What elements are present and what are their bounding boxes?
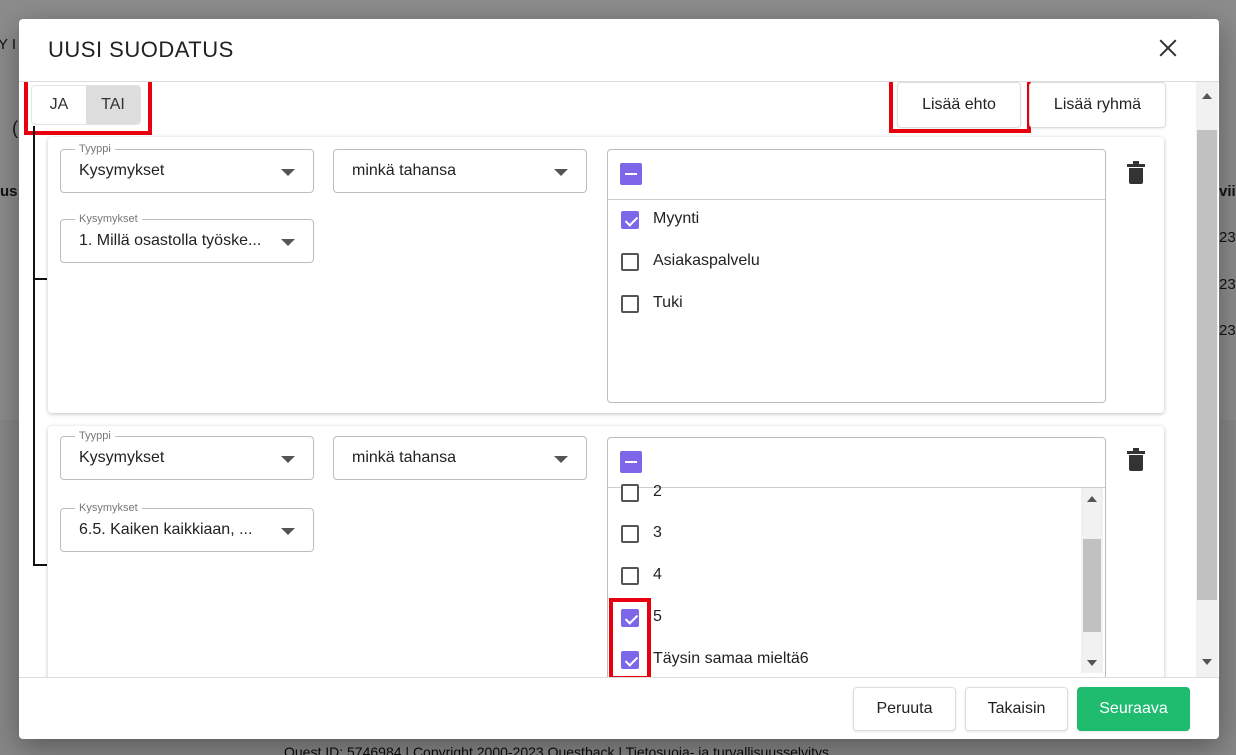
list-scrollbar[interactable] xyxy=(1081,488,1103,673)
option-label: Tuki xyxy=(653,294,683,311)
scrollbar-thumb[interactable] xyxy=(1083,539,1101,632)
chevron-down-icon xyxy=(281,528,295,535)
chevron-down-icon xyxy=(554,169,568,176)
scroll-up-icon[interactable] xyxy=(1087,496,1097,502)
connector-branch xyxy=(33,564,47,566)
option-label: 5 xyxy=(653,608,662,625)
divider xyxy=(19,677,1219,678)
list-header xyxy=(608,438,1105,488)
type-select[interactable]: Tyyppi Kysymykset xyxy=(60,429,314,480)
trash-icon[interactable] xyxy=(1127,448,1145,471)
chevron-down-icon xyxy=(281,456,295,463)
chevron-down-icon xyxy=(281,169,295,176)
option-label: 4 xyxy=(653,566,662,583)
scroll-down-icon[interactable] xyxy=(1087,660,1097,666)
option-label: 2 xyxy=(653,483,662,500)
trash-icon[interactable] xyxy=(1127,161,1145,184)
condition-card: Tyyppi Kysymykset minkä tahansa Kysymyks… xyxy=(48,137,1164,413)
option-label: Asiakaspalvelu xyxy=(653,252,760,269)
field-value: Kysymykset xyxy=(79,449,165,466)
chevron-down-icon xyxy=(554,456,568,463)
option-checkbox[interactable] xyxy=(621,295,639,313)
field-label: Kysymykset xyxy=(75,212,142,226)
operator-select[interactable]: minkä tahansa xyxy=(333,436,587,480)
option-checkbox[interactable] xyxy=(621,253,639,271)
connector-branch xyxy=(33,278,47,280)
field-value: 1. Millä osastolla työske... xyxy=(79,232,262,249)
field-label: Kysymykset xyxy=(75,501,142,515)
close-icon[interactable] xyxy=(1155,35,1181,61)
add-group-button[interactable]: Lisää ryhmä xyxy=(1029,82,1166,128)
new-filter-dialog: UUSI SUODATUS JA TAI Lisää ehto Lisää ry… xyxy=(19,19,1219,739)
dialog-title: UUSI SUODATUS xyxy=(48,37,234,62)
option-label: Täysin samaa mieltä6 xyxy=(653,650,809,667)
option-checkbox[interactable] xyxy=(621,525,639,543)
cancel-button[interactable]: Peruuta xyxy=(853,687,956,731)
scrollbar-thumb[interactable] xyxy=(1197,130,1217,600)
group-connector xyxy=(33,126,35,566)
field-label: Tyyppi xyxy=(75,142,115,156)
option-checkbox[interactable] xyxy=(621,567,639,585)
option-checkbox[interactable] xyxy=(621,484,639,502)
type-select[interactable]: Tyyppi Kysymykset xyxy=(60,142,314,193)
scroll-up-icon[interactable] xyxy=(1202,93,1212,99)
answer-options-list: Myynti Asiakaspalvelu Tuki xyxy=(607,149,1106,403)
highlight-box xyxy=(609,598,651,677)
answer-options-list: 2 3 4 5 Täysin samaa mieltä6 xyxy=(607,437,1106,677)
highlight-box xyxy=(889,82,1031,133)
option-label: 3 xyxy=(653,524,662,541)
list-header xyxy=(608,150,1105,200)
question-select[interactable]: Kysymykset 1. Millä osastolla työske... xyxy=(60,212,314,263)
field-value: minkä tahansa xyxy=(352,162,457,179)
field-label: Tyyppi xyxy=(75,429,115,443)
option-checkbox[interactable] xyxy=(621,211,639,229)
select-all-checkbox[interactable] xyxy=(620,163,642,185)
back-button[interactable]: Takaisin xyxy=(965,687,1068,731)
field-value: 6.5. Kaiken kaikkiaan, ... xyxy=(79,521,253,538)
condition-card: Tyyppi Kysymykset minkä tahansa Kysymyks… xyxy=(48,426,1164,677)
chevron-down-icon xyxy=(281,239,295,246)
field-value: Kysymykset xyxy=(79,162,165,179)
dialog-content: JA TAI Lisää ehto Lisää ryhmä Tyyppi Kys… xyxy=(19,82,1194,677)
dialog-scrollbar[interactable] xyxy=(1196,82,1218,677)
field-value: minkä tahansa xyxy=(352,449,457,466)
operator-select[interactable]: minkä tahansa xyxy=(333,149,587,193)
option-label: Myynti xyxy=(653,210,700,227)
select-all-checkbox[interactable] xyxy=(620,451,642,473)
scroll-down-icon[interactable] xyxy=(1202,659,1212,665)
highlight-box xyxy=(24,82,152,135)
question-select[interactable]: Kysymykset 6.5. Kaiken kaikkiaan, ... xyxy=(60,501,314,552)
next-button[interactable]: Seuraava xyxy=(1077,687,1190,731)
